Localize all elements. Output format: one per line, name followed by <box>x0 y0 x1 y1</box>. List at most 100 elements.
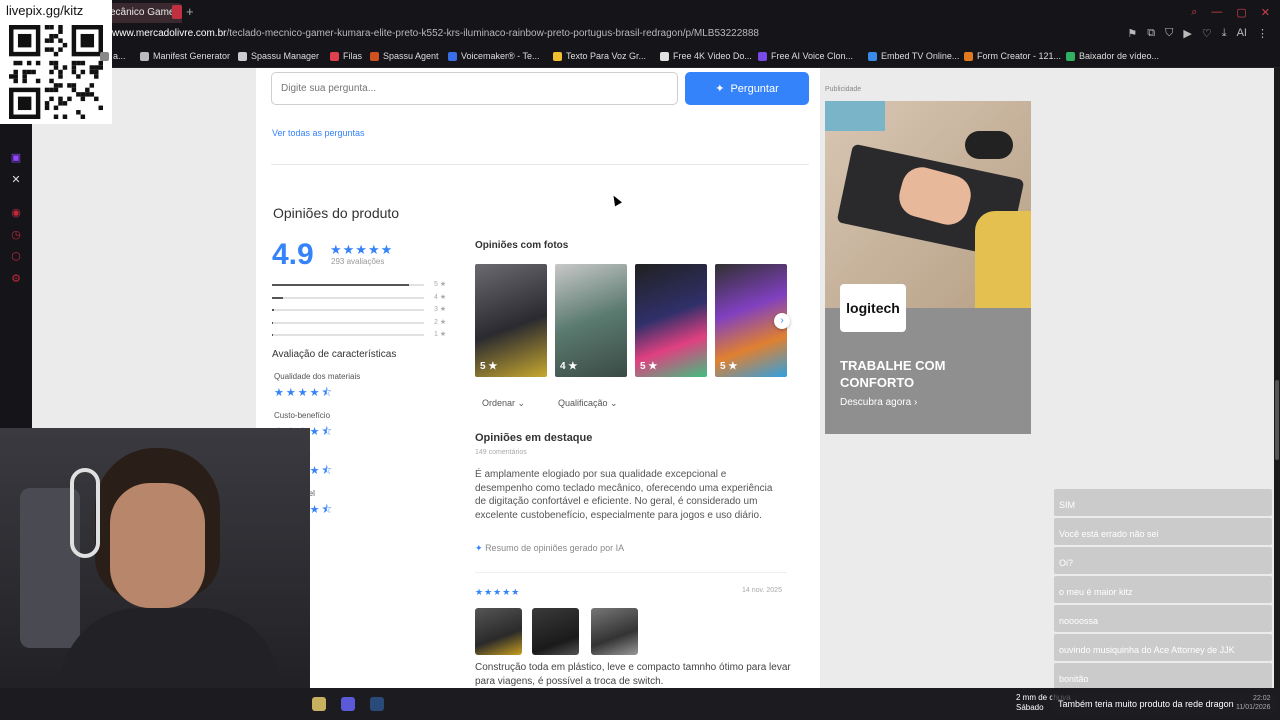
clock-icon[interactable]: ◷ <box>10 229 22 241</box>
toolbar-icons: ⚑ ⧉ ⛉ ▶ ♡ ⤓ AI ⋮ <box>1127 27 1268 40</box>
bookmark-favicon-icon <box>140 51 149 61</box>
tab-active[interactable]: ecânico Gamer | <box>104 3 182 23</box>
question-input[interactable] <box>271 72 678 105</box>
bookmark-item[interactable]: Filas <box>330 51 362 61</box>
bookmark-label: Baixador de vídeo... <box>1079 51 1160 61</box>
chat-text: SIM <box>1059 500 1076 510</box>
rating-bar-label: 5 ★ <box>434 281 447 288</box>
extension-icon[interactable]: ⬡ <box>10 251 22 263</box>
heart-icon[interactable]: ♡ <box>1202 27 1212 40</box>
bookmark-item[interactable]: Form Creator - 121... <box>964 51 1061 61</box>
teams-icon[interactable] <box>341 697 355 711</box>
bookmark-item[interactable]: Embed TV Online... <box>868 51 959 61</box>
bookmark-item[interactable]: Manifest Generator <box>140 51 230 61</box>
characteristic-label: Custo-benefício <box>274 411 331 420</box>
sort-dropdown[interactable]: Ordenar ⌄ <box>482 398 525 409</box>
rating-bar <box>272 334 424 336</box>
bookmark-item[interactable]: Texto Para Voz Gr... <box>553 51 646 61</box>
review-photo[interactable] <box>532 608 579 655</box>
featured-count: 149 comentários <box>475 449 527 456</box>
rating-bar <box>272 284 424 286</box>
download-icon[interactable]: ⤓ <box>1222 27 1227 40</box>
rating-filter-dropdown[interactable]: Qualificação ⌄ <box>558 398 618 409</box>
featured-title: Opiniões em destaque <box>475 432 593 444</box>
photo-rating: 5 ★ <box>480 361 498 372</box>
bookmark-favicon-icon <box>448 51 457 61</box>
opinions-title: Opiniões do produto <box>273 205 400 221</box>
divider <box>475 572 787 573</box>
chat-message: SIM <box>1054 489 1272 516</box>
bookmark-item[interactable]: a... <box>100 51 126 61</box>
steam-icon[interactable] <box>370 697 384 711</box>
review-photo[interactable] <box>475 608 522 655</box>
close-icon[interactable]: ✕ <box>1261 6 1270 19</box>
ad-image[interactable] <box>825 101 1031 308</box>
tab-close-icon[interactable] <box>172 5 182 19</box>
rating-filter-label: Qualificação <box>558 398 608 408</box>
bookmark-favicon-icon <box>964 51 973 61</box>
ai-summary-text: É amplamente elogiado por sua qualidade … <box>475 469 773 521</box>
bookmark-item[interactable]: Spassu Agent <box>370 51 439 61</box>
rating-stars: ★★★★★ <box>330 242 394 257</box>
new-tab-button[interactable]: + <box>186 4 194 19</box>
qr-label: livepix.gg/kitz <box>6 3 84 18</box>
ai-button[interactable]: AI <box>1237 27 1247 40</box>
rating-bar-fill <box>272 284 409 286</box>
next-photos-arrow[interactable]: › <box>774 313 790 329</box>
review-photo-card[interactable]: 4 ★ <box>555 264 627 377</box>
bookmark-icon[interactable]: ⚑ <box>1127 27 1137 40</box>
review-photo[interactable] <box>591 608 638 655</box>
ask-button[interactable]: ✦ Perguntar <box>685 72 809 105</box>
chat-text: Você está errado não sei <box>1059 529 1159 539</box>
review-stars: ★★★★★ <box>475 587 521 597</box>
bookmark-favicon-icon <box>868 51 877 61</box>
rating-bar <box>272 309 424 311</box>
minimize-icon[interactable]: — <box>1211 6 1222 19</box>
photo-rating: 5 ★ <box>720 361 738 372</box>
review-photo-card[interactable]: 5 ★ <box>635 264 707 377</box>
screenshot-icon[interactable]: ⧉ <box>1147 27 1155 40</box>
maximize-icon[interactable]: ▢ <box>1236 6 1246 19</box>
ad-cta-link[interactable]: Descubra agora › <box>840 397 917 408</box>
chat-message: noooossa <box>1054 605 1272 632</box>
file-explorer-icon[interactable] <box>312 697 326 711</box>
bookmark-label: Spassu Manager <box>251 51 320 61</box>
scrollbar[interactable] <box>1274 68 1280 688</box>
rating-bar <box>272 321 424 324</box>
chat-message: Oi? <box>1054 547 1272 574</box>
ticker-text: Também teria muito produto da rede drago… <box>1058 699 1234 709</box>
shield-icon[interactable]: ⛉ <box>1165 27 1173 40</box>
reviews-count: 293 avaliações <box>331 257 385 266</box>
bookmark-item[interactable]: Free 4K Video Do... <box>660 51 752 61</box>
rating-bar <box>272 296 424 299</box>
divider <box>271 164 809 165</box>
ai-summary-note: ✦ Resumo de opiniões gerado por IA <box>475 543 624 554</box>
scrollbar-thumb[interactable] <box>1275 380 1279 460</box>
review-photo-card[interactable]: 5 ★ <box>475 264 547 377</box>
search-icon[interactable]: ⌕ <box>1191 6 1197 19</box>
ask-button-label: Perguntar <box>730 82 779 95</box>
x-icon[interactable]: ✕ <box>10 174 22 186</box>
record-icon[interactable]: ◉ <box>10 207 22 219</box>
settings-icon[interactable]: ⚙ <box>10 273 22 285</box>
ai-summary-note-text: Resumo de opiniões gerado por IA <box>485 543 625 553</box>
rating-bar-fill <box>272 321 274 324</box>
url-field[interactable]: www.mercadolivre.com.br/teclado-mecnico-… <box>112 28 759 39</box>
see-all-questions-link[interactable]: Ver todas as perguntas <box>272 128 365 138</box>
bookmark-item[interactable]: Free AI Voice Clon... <box>758 51 853 61</box>
rating-bar-label: 4 ★ <box>434 293 447 301</box>
rating-bar-label: 3 ★ <box>434 306 447 313</box>
bookmark-favicon-icon <box>660 51 669 61</box>
menu-icon[interactable]: ⋮ <box>1257 27 1268 40</box>
player-icon[interactable]: ▶ <box>1183 27 1191 40</box>
chat-text: o meu é maior kitz <box>1059 587 1133 597</box>
bookmark-item[interactable]: Baixador de vídeo... <box>1066 51 1159 61</box>
bookmark-label: Texto Para Voz Gr... <box>566 51 647 61</box>
ad-cta-label: Descubra agora <box>840 397 912 408</box>
bookmark-item[interactable]: Spassu Manager <box>238 51 319 61</box>
twitch-icon[interactable]: ▣ <box>10 152 22 164</box>
clock-date: 11/01/2026 <box>1236 704 1271 711</box>
bookmark-item[interactable]: Voicemaker® - Te... <box>448 51 540 61</box>
bookmark-label: Filas <box>343 51 363 61</box>
qr-code <box>9 25 103 119</box>
